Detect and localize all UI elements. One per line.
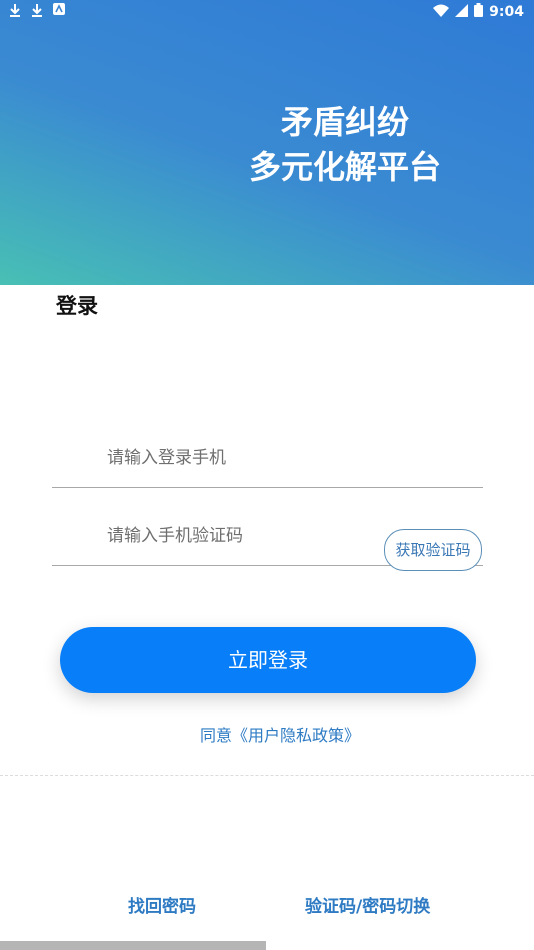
signal-icon xyxy=(455,3,469,21)
divider xyxy=(0,775,534,776)
app-title: 矛盾纠纷 多元化解平台 xyxy=(205,100,485,190)
privacy-policy-link[interactable]: 同意《用户隐私政策》 xyxy=(0,722,534,746)
download-icon xyxy=(31,3,43,21)
phone-input[interactable] xyxy=(105,442,369,474)
login-title: 登录 xyxy=(56,294,98,318)
get-code-button[interactable]: 获取验证码 xyxy=(384,529,482,571)
switch-login-mode-link[interactable]: 验证码/密码切换 xyxy=(305,892,430,917)
code-field: 获取验证码 xyxy=(52,505,483,571)
app-title-line1: 矛盾纠纷 xyxy=(280,103,409,141)
status-time: 9:04 xyxy=(489,4,524,20)
find-password-link[interactable]: 找回密码 xyxy=(128,892,196,917)
code-input[interactable] xyxy=(105,520,369,552)
app-icon xyxy=(53,3,65,21)
header-banner: 9:04 矛盾纠纷 多元化解平台 xyxy=(0,0,534,285)
scrollbar[interactable] xyxy=(0,941,266,950)
app-title-line2: 多元化解平台 xyxy=(248,148,441,186)
phone-field xyxy=(52,427,483,488)
wifi-icon xyxy=(433,4,450,21)
download-icon xyxy=(9,3,21,21)
status-bar: 9:04 xyxy=(0,0,534,24)
battery-icon xyxy=(474,3,484,21)
login-button[interactable]: 立即登录 xyxy=(60,627,476,693)
